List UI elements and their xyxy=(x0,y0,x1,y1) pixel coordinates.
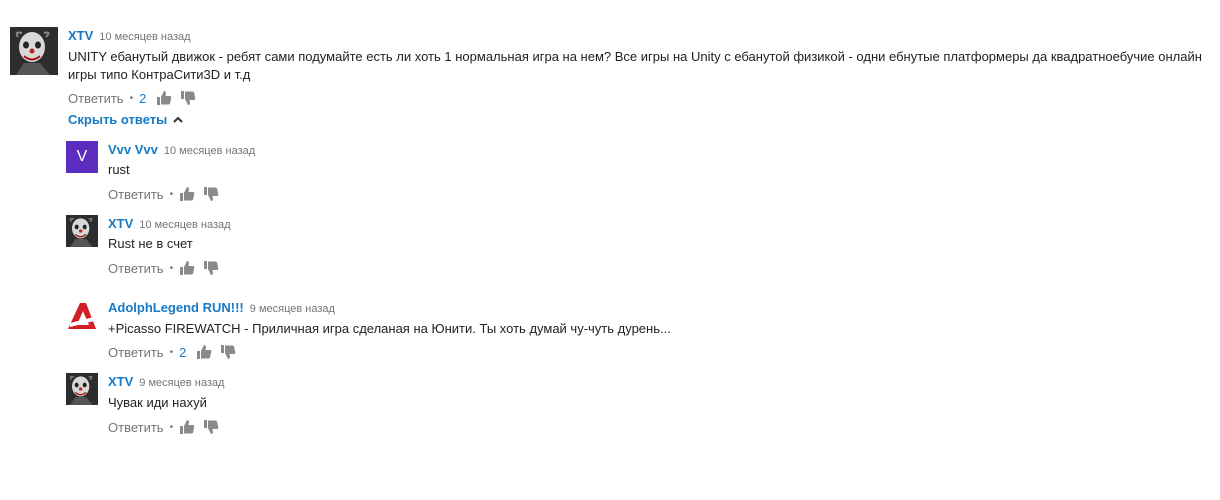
comment-header: XTV 9 месяцев назад xyxy=(108,374,224,391)
timestamp[interactable]: 10 месяцев назад xyxy=(139,219,230,231)
comment-text-line1: UNITY ебанутый движок - ребят сами подум… xyxy=(68,49,1202,64)
thumb-down-icon[interactable] xyxy=(220,344,236,360)
comment-text: Rust не в счет xyxy=(108,236,193,251)
thumb-up-icon[interactable] xyxy=(179,260,195,276)
separator-dot: • xyxy=(169,346,174,358)
separator-dot: • xyxy=(169,262,174,274)
comment-text-line2: игры типо КонтраСити3D и т.д xyxy=(68,67,251,82)
clown-avatar-icon xyxy=(66,373,98,405)
chevron-up-icon xyxy=(173,116,183,123)
comment-actions: Ответить • xyxy=(108,184,227,204)
thumb-down-icon[interactable] xyxy=(180,90,196,106)
thumb-up-icon[interactable] xyxy=(156,90,172,106)
author-name[interactable]: XTV xyxy=(108,216,133,231)
comment-text: rust xyxy=(108,162,130,177)
comment-header: Vvv Vvv 10 месяцев назад xyxy=(108,142,255,159)
reply-button[interactable]: Ответить xyxy=(108,345,164,360)
timestamp[interactable]: 10 месяцев назад xyxy=(164,145,255,157)
thumb-up-icon[interactable] xyxy=(179,419,195,435)
reply-button[interactable]: Ответить xyxy=(108,261,164,276)
comment-text: +Picasso FIREWATCH - Приличная игра сдел… xyxy=(108,321,671,336)
like-count: 2 xyxy=(139,90,147,106)
comment-actions: Ответить • 2 xyxy=(108,342,244,362)
separator-dot: • xyxy=(129,92,134,104)
clown-avatar-icon xyxy=(66,215,98,247)
like-count: 2 xyxy=(179,344,187,360)
author-name[interactable]: Vvv Vvv xyxy=(108,142,158,157)
separator-dot: • xyxy=(169,421,174,433)
author-avatar[interactable] xyxy=(66,215,98,247)
timestamp[interactable]: 10 месяцев назад xyxy=(99,31,190,43)
comment-text: Чувак иди нахуй xyxy=(108,395,207,410)
author-name[interactable]: XTV xyxy=(68,28,93,43)
comment-header: AdolphLegend RUN!!! 9 месяцев назад xyxy=(108,300,335,317)
author-avatar[interactable] xyxy=(66,299,98,331)
author-name[interactable]: XTV xyxy=(108,374,133,389)
comment-actions: Ответить • 2 xyxy=(68,88,204,108)
comment-header: XTV 10 месяцев назад xyxy=(108,216,231,233)
letter-a-avatar-icon xyxy=(66,299,98,331)
thumb-up-icon[interactable] xyxy=(179,186,195,202)
author-avatar[interactable] xyxy=(66,373,98,405)
author-avatar[interactable]: V xyxy=(66,141,98,173)
author-name[interactable]: AdolphLegend RUN!!! xyxy=(108,300,244,315)
timestamp[interactable]: 9 месяцев назад xyxy=(250,303,335,315)
thumb-down-icon[interactable] xyxy=(203,419,219,435)
hide-replies-label: Скрыть ответы xyxy=(68,112,168,127)
thumb-up-icon[interactable] xyxy=(196,344,212,360)
thumb-down-icon[interactable] xyxy=(203,260,219,276)
reply-button[interactable]: Ответить xyxy=(108,187,164,202)
clown-avatar-icon xyxy=(10,27,58,75)
hide-replies-button[interactable]: Скрыть ответы xyxy=(68,112,183,127)
comment-actions: Ответить • xyxy=(108,258,227,278)
comment-header: XTV 10 месяцев назад xyxy=(68,28,191,45)
avatar-letter: V xyxy=(76,148,88,165)
timestamp[interactable]: 9 месяцев назад xyxy=(139,377,224,389)
reply-button[interactable]: Ответить xyxy=(68,91,124,106)
comment-actions: Ответить • xyxy=(108,417,227,437)
separator-dot: • xyxy=(169,188,174,200)
reply-button[interactable]: Ответить xyxy=(108,420,164,435)
author-avatar[interactable] xyxy=(10,27,58,75)
thumb-down-icon[interactable] xyxy=(203,186,219,202)
